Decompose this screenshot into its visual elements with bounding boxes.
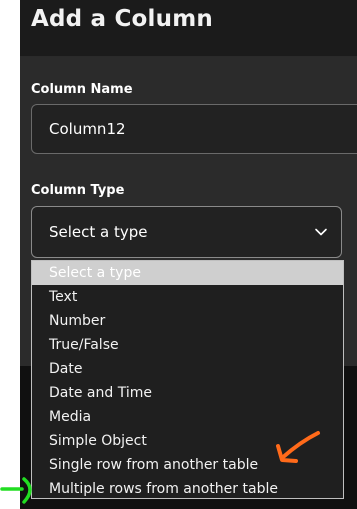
column-name-input[interactable]: Column12 [31, 104, 357, 154]
left-margin [0, 0, 20, 509]
dropdown-option-select-a-type[interactable]: Select a type [32, 261, 343, 285]
dropdown-option-date-and-time[interactable]: Date and Time [32, 381, 343, 405]
dropdown-option-media[interactable]: Media [32, 405, 343, 429]
dropdown-option-text[interactable]: Text [32, 285, 343, 309]
dropdown-option-multiple-rows[interactable]: Multiple rows from another table [32, 477, 343, 501]
column-name-label: Column Name [31, 82, 133, 97]
chevron-down-icon [315, 228, 327, 236]
add-column-dialog: Add a Column Column Name Column12 Column… [0, 0, 357, 509]
green-arrow-icon [0, 477, 32, 504]
dropdown-option-date[interactable]: Date [32, 357, 343, 381]
column-type-label: Column Type [31, 183, 125, 198]
dialog-header: Add a Column [20, 0, 357, 57]
page-title: Add a Column [31, 6, 213, 32]
column-type-select[interactable]: Select a type [31, 206, 342, 258]
orange-arrow-icon [276, 431, 320, 463]
dropdown-option-true-false[interactable]: True/False [32, 333, 343, 357]
column-type-selected-value: Select a type [49, 223, 148, 241]
dropdown-option-number[interactable]: Number [32, 309, 343, 333]
